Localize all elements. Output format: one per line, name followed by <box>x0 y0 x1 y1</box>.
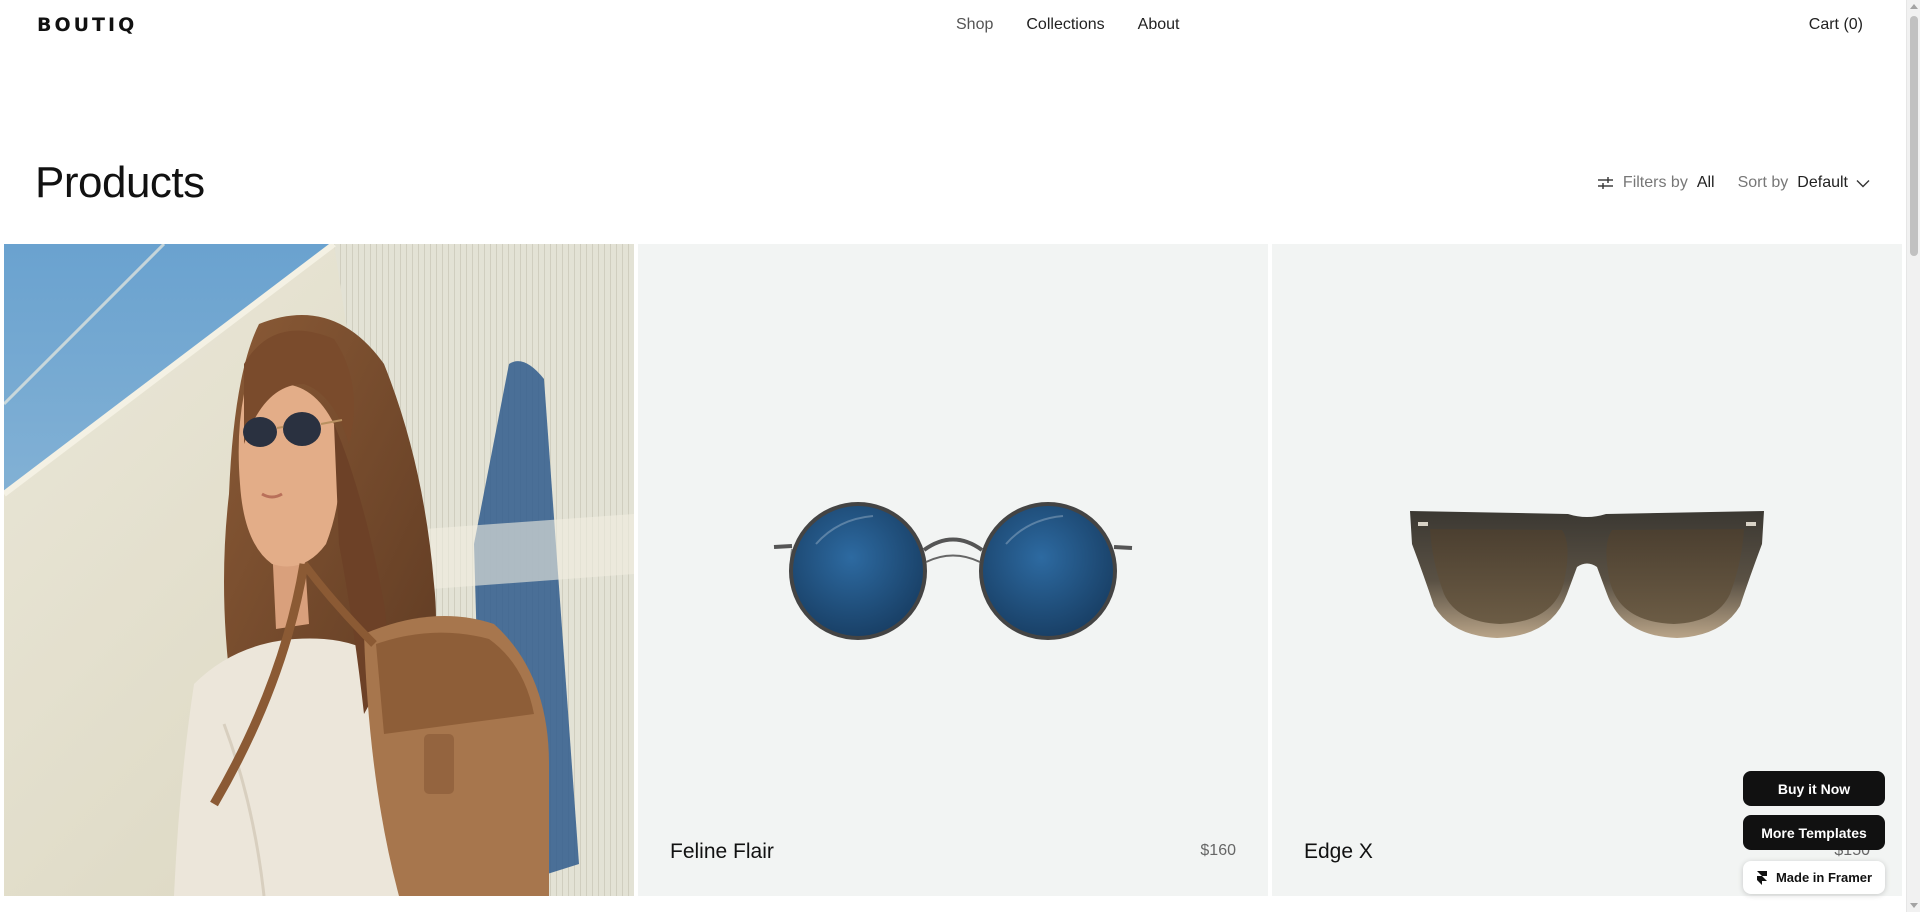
brand-logo[interactable]: BOUTIQ <box>37 14 137 36</box>
vertical-scrollbar[interactable] <box>1906 0 1920 912</box>
woman-with-sunglasses-image <box>4 244 634 896</box>
page-title: Products <box>35 158 205 207</box>
sort-value: Default <box>1797 174 1848 191</box>
filters-value: All <box>1696 174 1715 191</box>
framer-logo-icon <box>1756 870 1767 885</box>
filter-sort-bar: Filters by All Sort by Default <box>1597 174 1870 192</box>
buy-it-now-button[interactable]: Buy it Now <box>1743 771 1885 806</box>
made-in-framer-badge[interactable]: Made in Framer <box>1743 861 1885 894</box>
hero-lifestyle-image[interactable] <box>4 244 634 896</box>
nav-shop[interactable]: Shop <box>956 16 993 34</box>
filters-control[interactable]: Filters by All <box>1597 174 1715 192</box>
scroll-thumb[interactable] <box>1910 16 1918 256</box>
sort-label: Sort by <box>1737 174 1789 191</box>
product-name[interactable]: Feline Flair <box>670 840 774 864</box>
made-in-framer-label: Made in Framer <box>1775 870 1873 885</box>
main-nav: Shop Collections About <box>956 16 1179 34</box>
site-header: BOUTIQ Shop Collections About Cart (0) <box>0 0 1906 52</box>
sliders-icon <box>1597 177 1613 189</box>
scroll-up-arrow-icon[interactable] <box>1910 4 1918 9</box>
filters-label: Filters by <box>1622 174 1688 191</box>
scroll-down-arrow-icon[interactable] <box>1910 903 1918 908</box>
product-price: $160 <box>1200 842 1236 859</box>
nav-about[interactable]: About <box>1138 16 1180 34</box>
sort-control[interactable]: Sort by Default <box>1738 174 1870 192</box>
product-name[interactable]: Edge X <box>1304 840 1373 864</box>
more-templates-button[interactable]: More Templates <box>1743 815 1885 850</box>
nav-collections[interactable]: Collections <box>1026 16 1104 34</box>
round-sunglasses-image <box>773 502 1133 640</box>
product-card[interactable]: Feline Flair $160 <box>638 244 1268 896</box>
cart-link[interactable]: Cart (0) <box>1809 16 1863 34</box>
chevron-down-icon <box>1856 179 1870 187</box>
product-grid: Feline Flair $160 Edge X $150 <box>4 244 1902 896</box>
